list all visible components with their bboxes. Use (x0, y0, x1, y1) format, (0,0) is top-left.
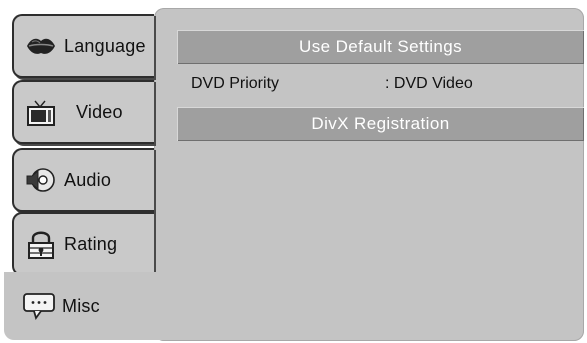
tab-audio[interactable]: Audio (12, 148, 154, 212)
speech-bubble-icon (22, 291, 56, 321)
tab-misc-label: Misc (62, 295, 100, 316)
padlock-icon (24, 229, 58, 259)
dvd-priority-row[interactable]: DVD Priority : DVD Video (191, 75, 473, 93)
tab-language-label: Language (64, 35, 146, 56)
tab-video[interactable]: Video (12, 80, 154, 144)
tab-rating[interactable]: Rating (12, 212, 154, 276)
osd-setup-screen: Language Video Audio Rating Misc Use Def… (0, 0, 587, 343)
speaker-disc-icon (24, 165, 58, 195)
use-default-settings-button[interactable]: Use Default Settings (177, 30, 584, 64)
divx-registration-button[interactable]: DivX Registration (177, 107, 584, 141)
dvd-priority-value: : DVD Video (385, 75, 473, 92)
tab-misc[interactable]: Misc (4, 272, 164, 340)
lips-icon (24, 31, 58, 61)
tab-language[interactable]: Language (12, 14, 154, 78)
tab-audio-label: Audio (64, 169, 112, 190)
dvd-priority-label: DVD Priority (191, 75, 280, 92)
tab-rating-label: Rating (64, 233, 118, 254)
tab-video-label: Video (76, 101, 123, 122)
tv-icon (24, 97, 58, 127)
